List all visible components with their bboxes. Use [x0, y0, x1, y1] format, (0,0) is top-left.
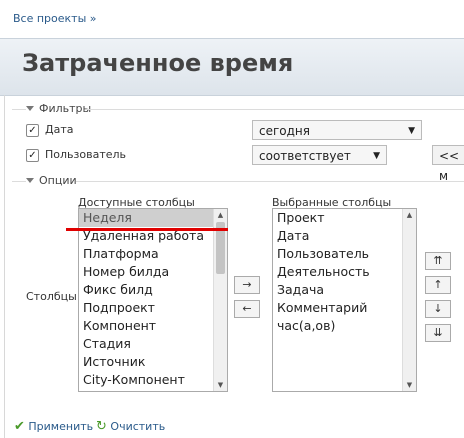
available-column-item[interactable]: Неделя: [79, 209, 227, 227]
available-list-scrollbar[interactable]: ▲ ▼: [213, 209, 227, 391]
dropdown-arrow-icon: ▼: [408, 126, 415, 136]
move-right-button[interactable]: →: [234, 276, 260, 294]
red-underline-annotation: [66, 228, 228, 231]
selected-list-scrollbar[interactable]: ▲ ▼: [402, 209, 416, 391]
move-bottom-button[interactable]: ⇊: [425, 324, 451, 342]
move-up-button[interactable]: ↑: [425, 276, 451, 294]
selected-columns-list[interactable]: Проект Дата Пользователь Деятельность За…: [272, 208, 417, 392]
filter-user-operator-select[interactable]: соответствует ▼: [252, 145, 387, 165]
clear-link-label: Очистить: [110, 420, 166, 433]
breadcrumb-all-projects[interactable]: Все проекты »: [13, 12, 97, 25]
fieldset-line: [12, 109, 26, 110]
selected-column-item[interactable]: час(а,ов): [273, 317, 416, 335]
filters-legend-text: Фильтры: [39, 102, 92, 115]
available-column-item[interactable]: Стадия: [79, 335, 227, 353]
fieldset-line: [86, 109, 464, 110]
page-title: Затраченное время: [22, 49, 294, 77]
fieldset-line: [76, 181, 464, 182]
filter-user-value-text: << м: [439, 149, 460, 183]
fieldset-line: [12, 181, 26, 182]
filter-user-operator-value: соответствует: [259, 149, 351, 163]
collapse-triangle-icon: [26, 106, 34, 111]
available-column-item[interactable]: Компонент: [79, 317, 227, 335]
available-column-item[interactable]: Подпроект: [79, 299, 227, 317]
apply-link[interactable]: ✔ Применить: [14, 419, 93, 434]
filter-user-checkbox[interactable]: ✓: [26, 149, 39, 162]
available-column-item[interactable]: City-Компонент: [79, 371, 227, 389]
checkmark-icon: ✔: [14, 419, 25, 434]
scroll-down-arrow-icon[interactable]: ▼: [403, 379, 416, 391]
available-column-item[interactable]: Номер билда: [79, 263, 227, 281]
move-down-button[interactable]: ↓: [425, 300, 451, 318]
options-legend[interactable]: Опции: [26, 174, 77, 187]
filters-legend[interactable]: Фильтры: [26, 102, 91, 115]
selected-column-item[interactable]: Дата: [273, 227, 416, 245]
selected-column-item[interactable]: Деятельность: [273, 263, 416, 281]
options-legend-text: Опции: [39, 174, 77, 187]
filter-date-operator-select[interactable]: сегодня ▼: [252, 120, 422, 140]
filter-date-checkbox[interactable]: ✓: [26, 124, 39, 137]
apply-link-label: Применить: [28, 420, 94, 433]
available-column-item[interactable]: Источник: [79, 353, 227, 371]
collapse-triangle-icon: [26, 178, 34, 183]
selected-column-item[interactable]: Проект: [273, 209, 416, 227]
scroll-up-arrow-icon[interactable]: ▲: [214, 209, 227, 221]
filter-date-operator-value: сегодня: [259, 124, 310, 138]
scroll-up-arrow-icon[interactable]: ▲: [403, 209, 416, 221]
move-top-button[interactable]: ⇈: [425, 252, 451, 270]
filter-user-label: Пользователь: [45, 148, 127, 161]
selected-column-item[interactable]: Задача: [273, 281, 416, 299]
top-bar: Все проекты »: [0, 0, 464, 38]
clear-link[interactable]: ↻ Очистить: [96, 419, 165, 434]
available-columns-list[interactable]: Неделя Удаленная работа Платформа Номер …: [78, 208, 228, 392]
available-column-item[interactable]: Фикс билд: [79, 281, 227, 299]
columns-label: Столбцы: [26, 290, 77, 303]
move-left-button[interactable]: ←: [234, 300, 260, 318]
filter-user-value-select[interactable]: << м: [432, 145, 464, 183]
selected-column-item[interactable]: Комментарий: [273, 299, 416, 317]
content-border: [4, 95, 5, 438]
filter-date-label: Дата: [45, 123, 74, 136]
available-column-item[interactable]: Платформа: [79, 245, 227, 263]
scroll-down-arrow-icon[interactable]: ▼: [214, 379, 227, 391]
reload-icon: ↻: [96, 419, 107, 434]
dropdown-arrow-icon: ▼: [373, 151, 380, 161]
selected-column-item[interactable]: Пользователь: [273, 245, 416, 263]
